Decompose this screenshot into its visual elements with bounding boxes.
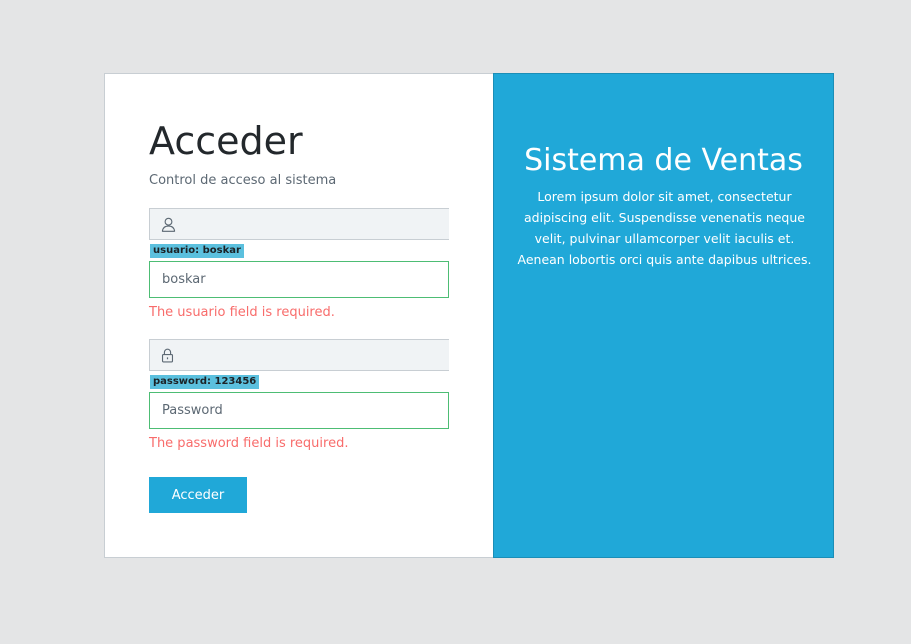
lock-icon (161, 348, 174, 363)
password-error: The password field is required. (149, 436, 349, 451)
login-subtitle: Control de acceso al sistema (149, 173, 337, 188)
password-hint-badge: password: 123456 (150, 375, 260, 389)
username-input[interactable] (149, 261, 449, 298)
app-description: Lorem ipsum dolor sit amet, consectetur … (517, 189, 812, 267)
password-input[interactable] (149, 392, 449, 429)
username-error: The usuario field is required. (149, 305, 335, 320)
login-title: Acceder (149, 119, 303, 163)
username-input-addon (149, 208, 449, 240)
login-card: Acceder Control de acceso al sistema usu… (104, 73, 493, 558)
user-icon (161, 217, 176, 232)
username-hint-badge: usuario: boskar (150, 244, 244, 258)
app-title: Sistema de Ventas (524, 143, 803, 178)
info-card: Sistema de Ventas Lorem ipsum dolor sit … (493, 73, 834, 558)
login-card-group: Acceder Control de acceso al sistema usu… (104, 73, 834, 558)
login-submit-button[interactable]: Acceder (149, 477, 247, 513)
password-input-addon (149, 339, 449, 371)
